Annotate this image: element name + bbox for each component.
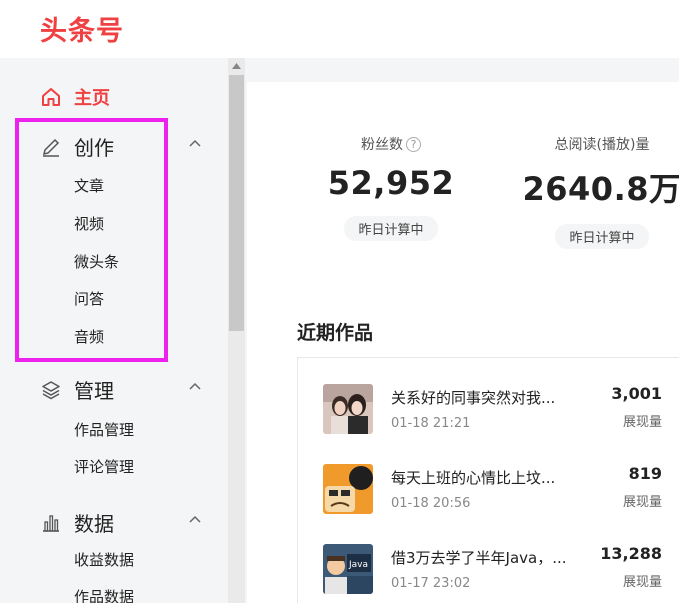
sidebar-item-works-management[interactable]: 作品管理 (74, 419, 134, 440)
sidebar-item-comment-management[interactable]: 评论管理 (74, 456, 134, 477)
work-impressions-label: 展现量 (622, 415, 662, 430)
stat-followers-value: 52,952 (327, 164, 455, 202)
work-title[interactable]: 每天上班的心情比上坟... (391, 467, 555, 488)
sidebar-item-home[interactable]: 主页 (40, 84, 110, 110)
sidebar-item-revenue-data[interactable]: 收益数据 (74, 549, 134, 570)
chevron-up-icon[interactable] (188, 379, 202, 393)
chevron-up-icon[interactable] (188, 512, 202, 526)
sidebar-item-works-data[interactable]: 作品数据 (74, 586, 134, 603)
work-impressions: 3,001 (611, 384, 662, 403)
sidebar-group-data[interactable]: 数据 (40, 508, 210, 537)
toutiaohao-logo[interactable]: 头条号 (40, 9, 124, 48)
recent-works-list: 关系好的同事突然对我... 01-18 21:21 3,001 展现量 每天上班… (297, 357, 679, 603)
dashboard-card: 粉丝数 ? 52,952 昨日计算中 总阅读(播放)量 2640.8万 昨日计算… (247, 82, 679, 603)
home-icon (42, 88, 60, 106)
stat-total-reads: 总阅读(播放)量 2640.8万 昨日计算中 (502, 82, 679, 249)
stat-followers-label: 粉丝数 (361, 137, 403, 153)
work-impressions: 819 (628, 464, 662, 483)
work-thumbnail-text: Java (348, 560, 368, 570)
work-time: 01-17 23:02 (391, 576, 471, 591)
photo-thumbnail-icon (323, 384, 373, 434)
cartoon-thumbnail-icon (323, 464, 373, 514)
work-title[interactable]: 借3万去学了半年Java，... (391, 547, 567, 568)
bar-chart-icon (43, 514, 59, 532)
recent-works-title: 近期作品 (297, 322, 374, 344)
work-thumbnail[interactable] (323, 464, 373, 514)
stat-total-reads-status: 昨日计算中 (555, 224, 649, 249)
work-thumbnail[interactable] (323, 384, 373, 434)
stat-followers-status: 昨日计算中 (344, 216, 438, 241)
sidebar-item-home-label: 主页 (74, 88, 110, 109)
main-content: 粉丝数 ? 52,952 昨日计算中 总阅读(播放)量 2640.8万 昨日计算… (245, 58, 679, 603)
sidebar-group-manage-label: 管理 (74, 379, 114, 403)
stat-total-reads-value: 2640.8万 (522, 170, 679, 208)
work-thumbnail[interactable]: Java (323, 544, 373, 594)
layers-icon (42, 380, 60, 399)
sidebar-group-manage[interactable]: 管理 (40, 375, 210, 404)
help-icon[interactable]: ? (406, 136, 421, 152)
list-item[interactable]: 每天上班的心情比上坟... 01-18 20:56 819 展现量 (298, 438, 679, 518)
stat-total-reads-label-row: 总阅读(播放)量 (502, 134, 679, 154)
sidebar-scrollbar[interactable] (228, 58, 245, 603)
scroll-up-arrow-icon[interactable] (232, 62, 241, 70)
java-thumbnail-icon: Java (323, 544, 373, 594)
work-impressions-label: 展现量 (622, 495, 662, 510)
sidebar-group-data-label: 数据 (74, 512, 114, 536)
scrollbar-thumb[interactable] (229, 75, 244, 331)
stat-followers: 粉丝数 ? 52,952 昨日计算中 (291, 82, 491, 241)
list-item[interactable]: 关系好的同事突然对我... 01-18 21:21 3,001 展现量 (298, 358, 679, 438)
top-bar: 头条号 (0, 0, 679, 58)
chevron-up-icon[interactable] (188, 136, 202, 150)
work-time: 01-18 21:21 (391, 416, 471, 431)
list-item[interactable]: Java 借3万去学了半年Java，... 01-17 23:02 13,288… (298, 518, 679, 598)
highlight-box (15, 118, 168, 362)
stat-total-reads-label: 总阅读(播放)量 (554, 137, 650, 153)
work-title[interactable]: 关系好的同事突然对我... (391, 387, 555, 408)
work-impressions-label: 展现量 (622, 575, 662, 590)
work-time: 01-18 20:56 (391, 496, 471, 511)
work-impressions: 13,288 (600, 544, 662, 563)
stat-followers-label-row: 粉丝数 ? (291, 134, 491, 154)
